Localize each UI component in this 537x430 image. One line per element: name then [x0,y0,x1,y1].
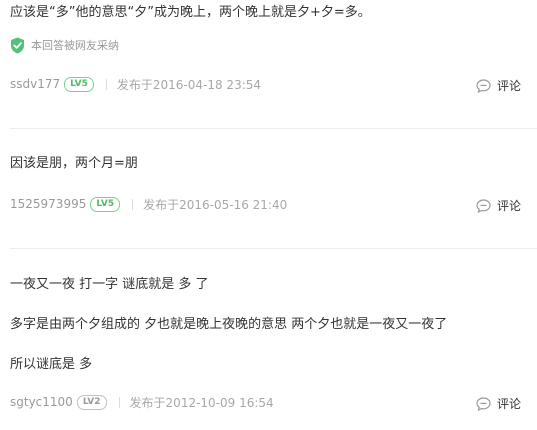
comment-label: 评论 [496,199,521,213]
answer-meta: 1525973995 LV5 发布于2016-05-16 21:40 [10,194,527,214]
answer-divider [10,248,537,249]
publish-date: 发布于2016-05-16 21:40 [143,197,288,212]
speech-bubble-icon [476,78,491,93]
answer-text: 一夜又一夜 打一字 谜底就是 多 了 [10,277,209,292]
comment-label: 评论 [496,397,521,411]
comment-label: 评论 [496,79,521,93]
username[interactable]: ssdv177 [10,77,60,91]
speech-bubble-icon [476,396,491,411]
meta-separator [105,78,107,90]
username[interactable]: sgtyc1100 [10,395,73,409]
username[interactable]: 1525973995 [10,197,86,211]
comment-button[interactable]: 评论 [476,77,521,94]
answer-meta: sgtyc1100 LV2 发布于2012-10-09 16:54 [10,392,527,412]
shield-check-icon [11,37,24,53]
comment-button[interactable]: 评论 [476,395,521,412]
level-badge: LV5 [64,76,94,92]
meta-separator [118,396,120,408]
answer-text: 所以谜底是 多 [10,357,93,372]
publish-date: 发布于2012-10-09 16:54 [129,395,274,410]
answer-text: 应该是“多”他的意思“夕”成为晚上，两个晚上就是夕+夕=多。 [10,5,371,20]
answer-text: 多字是由两个夕组成的 夕也就是晚上夜晚的意思 两个夕也就是一夜又一夜了 [10,317,448,332]
level-badge: LV2 [76,394,107,410]
meta-separator [132,198,134,210]
speech-bubble-icon [476,198,491,213]
publish-date: 发布于2016-04-18 23:54 [116,77,262,92]
answer-divider [10,128,537,129]
adopted-label: 本回答被网友采纳 [31,39,119,52]
answer-text: 因该是朋，两个月=朋 [10,156,138,171]
adopted-badge: 本回答被网友采纳 [10,36,119,54]
comment-button[interactable]: 评论 [476,197,521,214]
level-badge: LV5 [90,196,121,212]
answer-meta: ssdv177 LV5 发布于2016-04-18 23:54 [10,74,527,94]
